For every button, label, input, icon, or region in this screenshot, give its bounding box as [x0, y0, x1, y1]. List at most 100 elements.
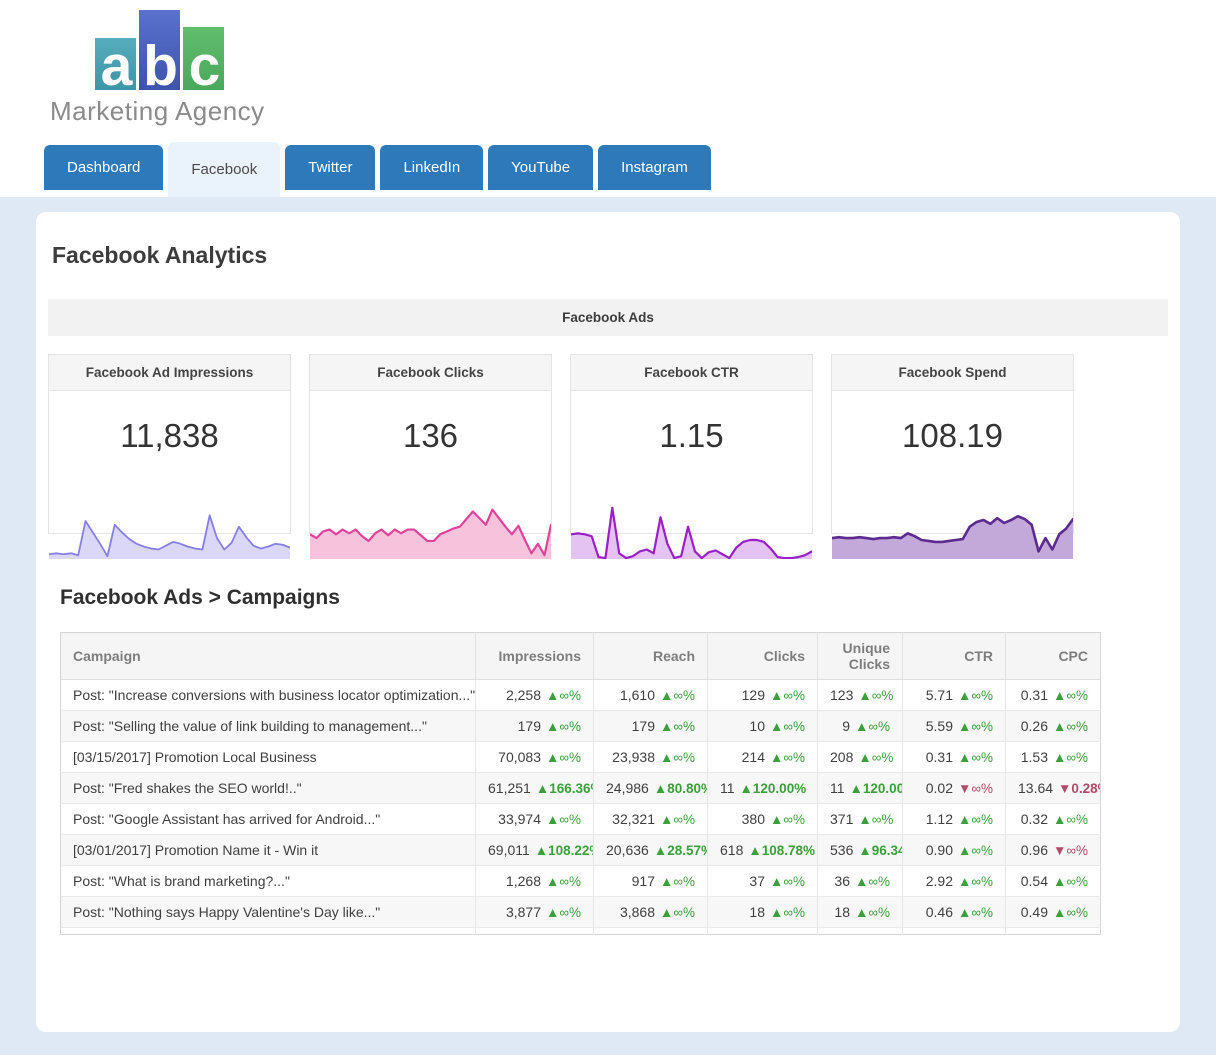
table-header-row: CampaignImpressionsReachClicksUnique Cli…	[61, 633, 1101, 680]
campaigns-table: CampaignImpressionsReachClicksUnique Cli…	[60, 632, 1101, 935]
metric-value: 2,258	[506, 687, 541, 703]
delta-up-indicator: ▲∞%	[546, 719, 581, 734]
delta-up-indicator: ▲∞%	[858, 750, 893, 765]
column-header-impressions: Impressions	[476, 633, 594, 680]
column-header-unique-clicks: Unique Clicks	[818, 633, 903, 680]
metric-value: 129	[742, 687, 765, 703]
metric-cell: 10▲∞%	[708, 711, 818, 742]
logo: a b c Marketing Agency	[50, 10, 265, 127]
metric-value: 0.49	[1021, 904, 1048, 920]
page-title: Facebook Analytics	[52, 242, 1180, 269]
metric-cell: 179▲∞%	[476, 711, 594, 742]
delta-up-indicator: ▲80.80%	[654, 781, 708, 796]
table-row: Post: "Google Assistant has arrived for …	[61, 804, 1101, 835]
metric-cell: 618▲108.78%	[708, 835, 818, 866]
metric-value: 18	[749, 904, 765, 920]
campaign-name-cell: [03/01/2017] Promotion Name it - Win it	[61, 835, 476, 866]
table-row: Post: "Selling the value of link buildin…	[61, 711, 1101, 742]
metric-value: 208	[830, 749, 853, 765]
metric-value: 13.64	[1018, 780, 1053, 796]
campaign-name-cell: Post: "Fred shakes the SEO world!.."	[61, 773, 476, 804]
metric-cell: 0.02▼∞%	[903, 773, 1006, 804]
tab-facebook[interactable]: Facebook	[168, 142, 280, 197]
metric-value: 179	[632, 718, 655, 734]
metric-value: 371	[830, 811, 853, 827]
metric-value: 18	[834, 904, 850, 920]
metric-cell: 3,877▲∞%	[476, 897, 594, 928]
logo-bar-c: c	[183, 27, 224, 90]
delta-up-indicator: ▲120.00%	[740, 781, 807, 796]
column-header-reach: Reach	[594, 633, 708, 680]
delta-up-indicator: ▲∞%	[660, 750, 695, 765]
metric-cell: 18 ▲∞%	[818, 897, 903, 928]
kpi-card-facebook-ctr: Facebook CTR1.15	[570, 354, 813, 534]
section-header: Facebook Ads	[48, 299, 1168, 336]
tab-bar: DashboardFacebookTwitterLinkedInYouTubeI…	[0, 140, 1216, 197]
metric-value: 618	[720, 842, 743, 858]
metric-value: 61,251	[488, 780, 531, 796]
metric-cell: 0.26▲∞%	[1006, 711, 1101, 742]
metric-cell: 380 ▲∞%	[708, 804, 818, 835]
metric-value: 33,974	[498, 811, 541, 827]
metric-value: 380	[742, 811, 765, 827]
logo-letter-b: b	[143, 43, 176, 90]
delta-up-indicator: ▲∞%	[958, 843, 993, 858]
metric-value: 123	[830, 687, 853, 703]
table-row-partial	[61, 928, 1101, 935]
kpi-value: 11,838	[49, 417, 290, 455]
kpi-body: 11,838	[49, 417, 290, 559]
metric-cell: 2,258▲∞%	[476, 680, 594, 711]
table-row: Post: "Nothing says Happy Valentine's Da…	[61, 897, 1101, 928]
metric-cell: 1,610▲∞%	[594, 680, 708, 711]
kpi-card-facebook-spend: Facebook Spend108.19	[831, 354, 1074, 534]
delta-up-indicator: ▲∞%	[770, 719, 805, 734]
metric-cell: 13.64▼0.28%	[1006, 773, 1101, 804]
delta-up-indicator: ▲∞%	[855, 874, 890, 889]
metric-cell: 208 ▲∞%	[818, 742, 903, 773]
kpi-sparkline-chart	[310, 502, 551, 559]
metric-cell: 32,321▲∞%	[594, 804, 708, 835]
metric-cell: 0.90▲∞%	[903, 835, 1006, 866]
metric-cell: 1.12▲∞%	[903, 804, 1006, 835]
tab-dashboard[interactable]: Dashboard	[44, 145, 163, 190]
kpi-row: Facebook Ad Impressions11,838Facebook Cl…	[48, 354, 1168, 534]
kpi-body: 1.15	[571, 417, 812, 559]
delta-up-indicator: ▲∞%	[958, 905, 993, 920]
delta-up-indicator: ▲∞%	[546, 812, 581, 827]
delta-up-indicator: ▲∞%	[770, 812, 805, 827]
delta-up-indicator: ▲∞%	[660, 874, 695, 889]
metric-value: 32,321	[612, 811, 655, 827]
campaign-name-cell: [03/15/2017] Promotion Local Business	[61, 742, 476, 773]
delta-up-indicator: ▲∞%	[770, 874, 805, 889]
metric-value: 9	[842, 718, 850, 734]
delta-up-indicator: ▲∞%	[855, 905, 890, 920]
metric-value: 0.54	[1021, 873, 1048, 889]
metric-value: 3,877	[506, 904, 541, 920]
metric-value: 917	[632, 873, 655, 889]
metric-cell: 69,011▲108.22%	[476, 835, 594, 866]
campaign-name-cell: Post: "Nothing says Happy Valentine's Da…	[61, 897, 476, 928]
tab-youtube[interactable]: YouTube	[488, 145, 593, 190]
metric-value: 1,268	[506, 873, 541, 889]
metric-cell: 536▲96.34%	[818, 835, 903, 866]
metric-value: 70,083	[498, 749, 541, 765]
delta-up-indicator: ▲∞%	[1053, 688, 1088, 703]
logo-letter-a: a	[101, 43, 131, 90]
delta-down-indicator: ▼∞%	[1053, 843, 1088, 858]
metric-value: 1,610	[620, 687, 655, 703]
metric-cell: 129▲∞%	[708, 680, 818, 711]
campaigns-title: Facebook Ads > Campaigns	[60, 586, 1180, 610]
metric-value: 2.92	[926, 873, 953, 889]
tab-twitter[interactable]: Twitter	[285, 145, 375, 190]
delta-up-indicator: ▲108.22%	[535, 843, 594, 858]
tab-linkedin[interactable]: LinkedIn	[380, 145, 483, 190]
metric-value: 5.59	[926, 718, 953, 734]
kpi-title: Facebook Clicks	[310, 355, 551, 391]
metric-value: 0.26	[1021, 718, 1048, 734]
metric-value: 20,636	[606, 842, 649, 858]
tab-instagram[interactable]: Instagram	[598, 145, 711, 190]
delta-up-indicator: ▲28.57%	[654, 843, 708, 858]
delta-up-indicator: ▲∞%	[660, 905, 695, 920]
logo-bars-icon: a b c	[95, 10, 265, 90]
kpi-title: Facebook CTR	[571, 355, 812, 391]
